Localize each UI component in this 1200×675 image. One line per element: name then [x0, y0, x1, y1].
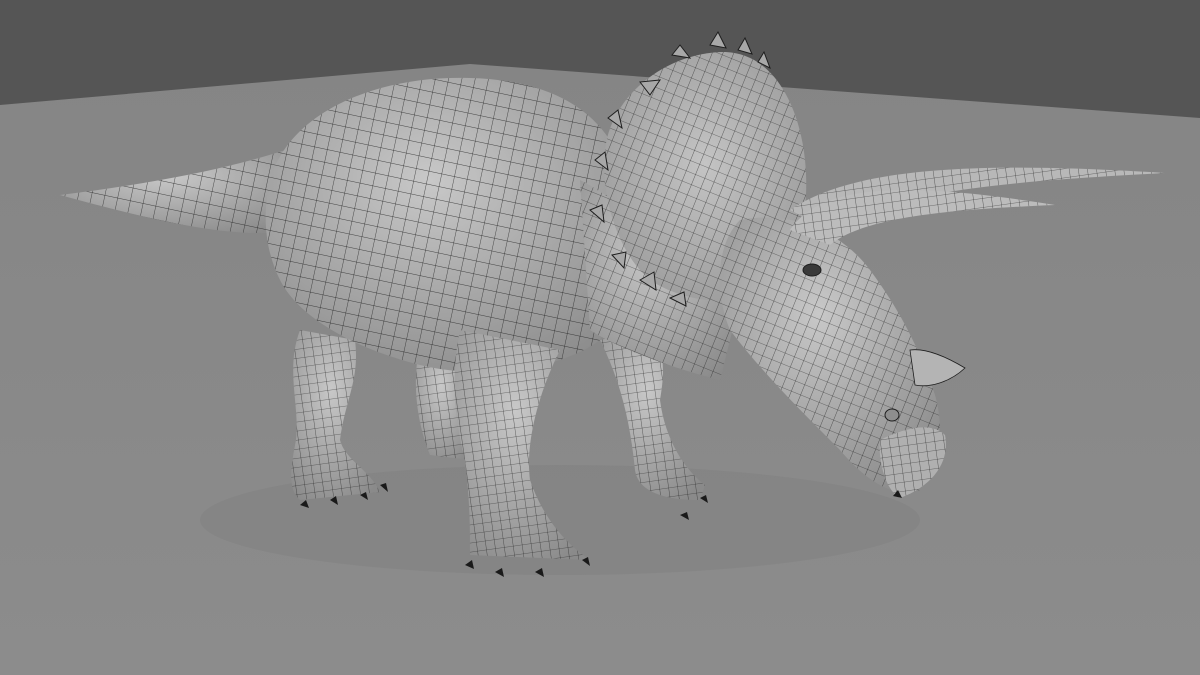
nostril — [884, 408, 900, 422]
scene-canvas — [0, 0, 1200, 675]
eye — [802, 263, 822, 277]
3d-viewport[interactable] — [0, 0, 1200, 675]
